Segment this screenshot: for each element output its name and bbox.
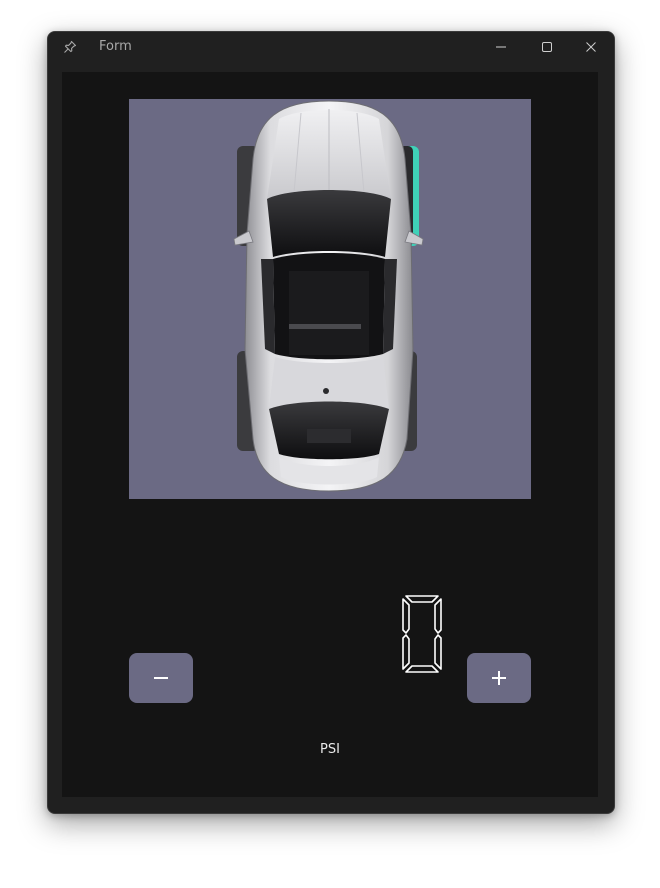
close-icon [586,42,596,52]
pin-icon[interactable] [62,39,78,55]
title-bar: Form [48,32,614,62]
seven-segment-digit [402,595,442,673]
app-window: Form PSI [47,31,615,814]
pressure-unit-label: PSI [320,742,340,757]
minus-icon [154,677,168,679]
increase-pressure-button[interactable] [467,653,531,703]
car-top-view-image [233,100,424,492]
window-title: Form [99,39,132,54]
decrease-pressure-button[interactable] [129,653,193,703]
plus-icon [492,671,506,685]
maximize-icon [542,42,552,52]
car-view-panel [129,99,531,499]
close-button[interactable] [568,32,614,62]
minimize-icon [496,46,506,48]
minimize-button[interactable] [478,32,524,62]
pressure-value-display: 0 [401,594,443,674]
pressure-value-text: 0 [443,594,444,595]
form-client-area: 0 PSI [62,72,598,797]
maximize-button[interactable] [524,32,570,62]
